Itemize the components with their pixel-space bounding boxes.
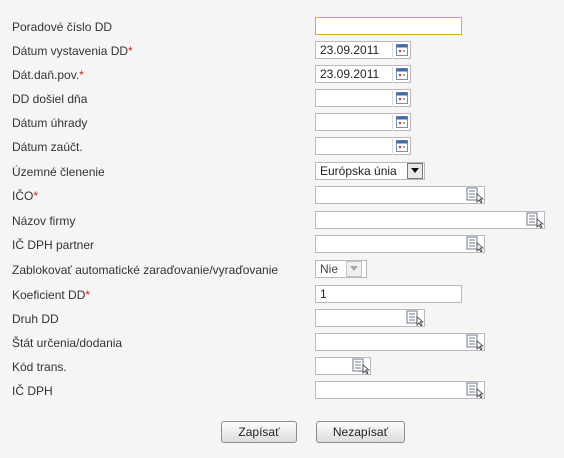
document-form: Poradové číslo DD Dátum vystavenia DD* 2… xyxy=(0,0,564,458)
lookup-list-icon[interactable] xyxy=(465,186,485,204)
required-asterisk: * xyxy=(128,44,133,58)
calendar-icon[interactable] xyxy=(392,89,410,107)
label-uzemne-clenenie: Územné členenie xyxy=(12,163,105,181)
label-text: Poradové číslo DD xyxy=(12,20,113,34)
lookup-list-icon[interactable] xyxy=(465,333,485,351)
label-nazov-firmy: Názov firmy xyxy=(12,212,75,230)
field-value: Nie xyxy=(320,262,339,276)
label-stat: Štát určenia/dodania xyxy=(12,334,122,352)
lookup-list-icon[interactable] xyxy=(405,309,425,327)
chevron-down-icon[interactable] xyxy=(407,163,423,179)
lookup-list-icon[interactable] xyxy=(525,211,545,229)
label-text: Dát.daň.pov. xyxy=(12,68,80,82)
label-text: IČO xyxy=(12,189,34,203)
label-text: DD došiel dňa xyxy=(12,92,88,106)
koeficient-input[interactable]: 1 xyxy=(315,285,462,303)
label-text: Dátum zaúčt. xyxy=(12,140,83,154)
label-datum-vystavenia: Dátum vystavenia DD* xyxy=(12,42,133,60)
label-ic-dph-partner: IČ DPH partner xyxy=(12,236,94,254)
lookup-list-icon[interactable] xyxy=(465,235,485,253)
ico-input[interactable] xyxy=(315,186,485,204)
label-text: Štát určenia/dodania xyxy=(12,336,123,350)
required-asterisk: * xyxy=(33,189,39,203)
label-text: Názov firmy xyxy=(12,214,76,228)
nazov-firmy-input[interactable] xyxy=(315,211,545,229)
calendar-icon[interactable] xyxy=(392,41,410,59)
field-value: Európska únia xyxy=(320,164,397,178)
label-text: Koeficient DD xyxy=(12,288,86,302)
label-druh-dd: Druh DD xyxy=(12,310,59,328)
label-dd-dosiel: DD došiel dňa xyxy=(12,90,87,108)
field-value: 23.09.2011 xyxy=(320,43,380,57)
calendar-icon[interactable] xyxy=(392,65,410,83)
lookup-list-icon[interactable] xyxy=(465,381,485,399)
save-button[interactable]: Zapísať xyxy=(221,421,297,443)
label-poradove-cislo: Poradové číslo DD xyxy=(12,18,112,36)
lookup-list-icon[interactable] xyxy=(351,357,371,375)
label-text: Zablokovať automatické zaraďovanie/vyraď… xyxy=(12,263,279,277)
label-dat-dan-pov: Dát.daň.pov.* xyxy=(12,66,84,84)
chevron-down-icon[interactable] xyxy=(346,261,362,277)
label-text: Územné členenie xyxy=(12,165,105,179)
label-text: Kód trans. xyxy=(12,360,67,374)
poradove-cislo-input[interactable] xyxy=(315,17,462,35)
label-text: Dátum úhrady xyxy=(12,116,88,130)
field-value: 1 xyxy=(320,287,327,301)
label-text: Dátum vystavenia DD xyxy=(12,44,129,58)
label-datum-uhrady: Dátum úhrady xyxy=(12,114,87,132)
label-text: IČ DPH xyxy=(12,384,53,398)
calendar-icon[interactable] xyxy=(392,137,410,155)
calendar-icon[interactable] xyxy=(392,113,410,131)
label-datum-zauct: Dátum zaúčt. xyxy=(12,138,83,156)
label-ic-dph: IČ DPH xyxy=(12,382,53,400)
label-zablokovat: Zablokovať automatické zaraďovanie/vyraď… xyxy=(12,261,278,279)
label-koeficient: Koeficient DD* xyxy=(12,286,90,304)
label-text: Druh DD xyxy=(12,312,59,326)
cancel-button[interactable]: Nezapísať xyxy=(316,421,405,443)
field-value: 23.09.2011 xyxy=(320,67,380,81)
label-ico: IČO* xyxy=(12,187,38,205)
required-asterisk: * xyxy=(85,288,91,302)
label-kod-trans: Kód trans. xyxy=(12,358,67,376)
ic-dph-partner-input[interactable] xyxy=(315,235,485,253)
label-text: IČ DPH partner xyxy=(12,238,95,252)
stat-input[interactable] xyxy=(315,333,485,351)
required-asterisk: * xyxy=(79,68,84,82)
ic-dph-input[interactable] xyxy=(315,381,485,399)
